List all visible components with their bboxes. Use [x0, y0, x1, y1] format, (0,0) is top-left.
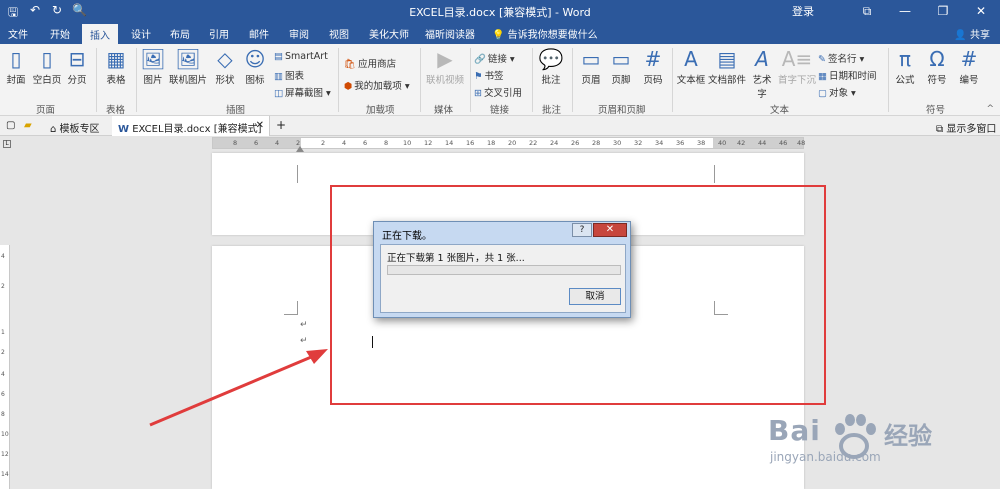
- dialog-body: 正在下载第 1 张图片，共 1 张... 取消: [380, 244, 626, 313]
- download-progress-bar: [387, 265, 621, 275]
- download-dialog: 正在下载。 ? ✕ 正在下载第 1 张图片，共 1 张... 取消: [373, 221, 631, 318]
- watermark-site: jingyan.baidu.com: [770, 450, 881, 464]
- cancel-button[interactable]: 取消: [569, 288, 621, 305]
- dialog-close-button[interactable]: ✕: [593, 223, 627, 237]
- watermark-brand: Bai: [768, 414, 821, 447]
- dialog-title: 正在下载。: [382, 231, 432, 242]
- help-button[interactable]: ?: [572, 223, 592, 237]
- watermark-brand-cn: 经验: [884, 422, 932, 450]
- download-message: 正在下载第 1 张图片，共 1 张...: [387, 253, 525, 264]
